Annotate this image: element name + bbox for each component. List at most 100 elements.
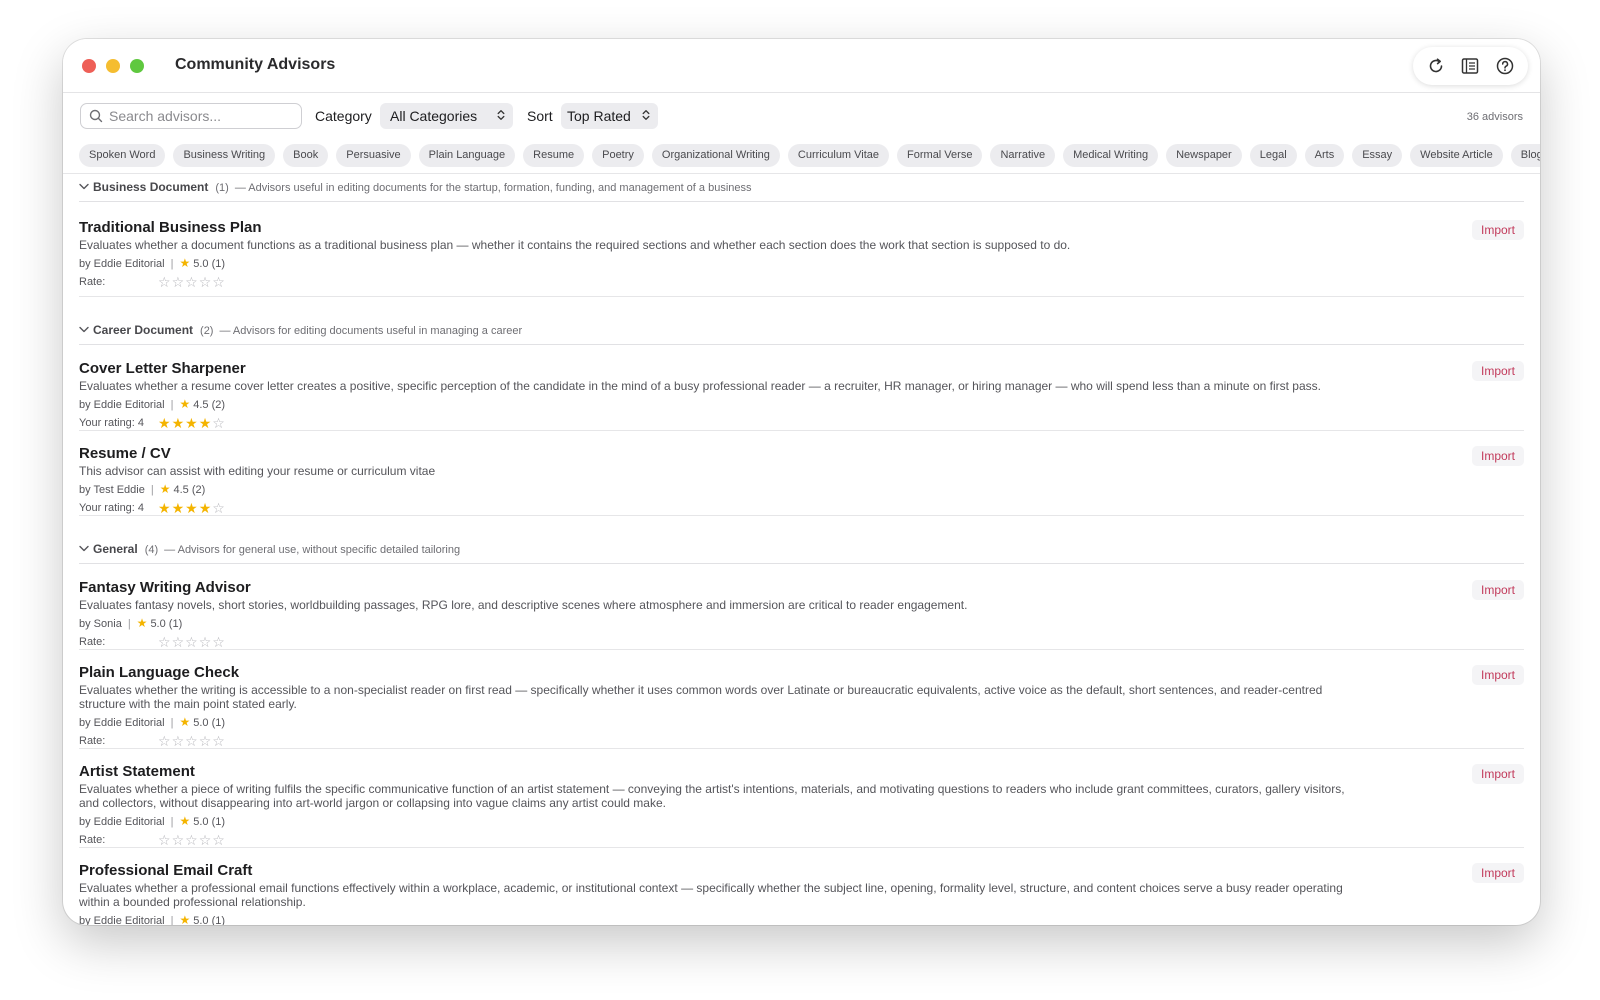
category-chip[interactable]: Resume xyxy=(523,144,585,167)
search-icon xyxy=(89,109,103,123)
category-chip[interactable]: Legal xyxy=(1249,144,1297,167)
category-divider xyxy=(79,201,1524,202)
rate-star-2-icon[interactable]: ☆ xyxy=(172,634,185,650)
rating-row: Rate: ☆☆☆☆☆ xyxy=(79,733,1524,749)
section-end-divider xyxy=(79,515,1524,516)
help-button[interactable] xyxy=(1491,52,1519,80)
import-button[interactable]: Import xyxy=(1471,446,1524,466)
category-chip[interactable]: Poetry xyxy=(592,144,644,167)
minimize-window-button[interactable] xyxy=(106,59,120,73)
rate-star-5-icon[interactable]: ☆ xyxy=(212,634,225,650)
rate-star-1-icon[interactable]: ★ xyxy=(158,415,171,431)
category-chip[interactable]: Blog xyxy=(1510,144,1540,167)
rate-star-4-icon[interactable]: ☆ xyxy=(199,634,212,650)
category-value: All Categories xyxy=(390,108,478,124)
category-header[interactable]: Career Document (2) — Advisors for editing… xyxy=(79,320,522,340)
rate-star-1-icon[interactable]: ☆ xyxy=(158,733,171,749)
rate-star-3-icon[interactable]: ☆ xyxy=(185,733,198,749)
category-chip[interactable]: Narrative xyxy=(990,144,1056,167)
title-bar: Community Advisors xyxy=(63,39,1540,93)
advisor-author: by Eddie Editorial xyxy=(79,816,165,828)
rating-row: Your rating: 4 ★★★★☆ xyxy=(79,500,1524,516)
rating-stars: ☆☆☆☆☆ xyxy=(158,274,226,292)
help-icon xyxy=(1496,57,1514,75)
rate-star-5-icon[interactable]: ☆ xyxy=(212,500,225,516)
sort-popup[interactable]: Top Rated xyxy=(561,103,658,129)
rate-star-4-icon[interactable]: ★ xyxy=(199,500,212,516)
category-chip[interactable]: Organizational Writing xyxy=(651,144,780,167)
rate-star-1-icon[interactable]: ☆ xyxy=(158,634,171,650)
category-chip[interactable]: Formal Verse xyxy=(897,144,983,167)
rate-star-5-icon[interactable]: ☆ xyxy=(212,415,225,431)
category-header[interactable]: General (4) — Advisors for general use, wi… xyxy=(79,539,460,559)
rate-star-5-icon[interactable]: ☆ xyxy=(212,733,225,749)
rate-star-4-icon[interactable]: ☆ xyxy=(199,274,212,290)
rate-star-4-icon[interactable]: ☆ xyxy=(199,733,212,749)
category-chip[interactable]: Newspaper xyxy=(1166,144,1242,167)
search-field[interactable] xyxy=(80,103,302,129)
advisor-meta: by Eddie Editorial | ★ 5.0 (1) xyxy=(79,255,1524,271)
rate-star-1-icon[interactable]: ☆ xyxy=(158,274,171,290)
import-button[interactable]: Import xyxy=(1471,863,1524,883)
advisor-average-rating: 5.0 (1) xyxy=(150,618,183,630)
advisor-meta: by Eddie Editorial | ★ 5.0 (1) xyxy=(79,813,1524,829)
zoom-window-button[interactable] xyxy=(130,59,144,73)
category-chip[interactable]: Essay xyxy=(1352,144,1403,167)
rate-star-5-icon[interactable]: ☆ xyxy=(212,274,225,290)
star-icon: ★ xyxy=(179,715,191,729)
rate-star-2-icon[interactable]: ★ xyxy=(172,415,185,431)
advisor-row: Professional Email Craft Evaluates whethe… xyxy=(79,862,1524,925)
import-button[interactable]: Import xyxy=(1471,665,1524,685)
category-chip[interactable]: Plain Language xyxy=(418,144,516,167)
advisor-description: Evaluates whether a document functions a… xyxy=(79,238,1071,252)
search-input[interactable] xyxy=(109,106,294,126)
category-popup[interactable]: All Categories xyxy=(380,103,513,129)
rating-row: Rate: ☆☆☆☆☆ xyxy=(79,634,1524,650)
updown-chevron-icon xyxy=(497,103,505,129)
row-divider xyxy=(79,748,1524,749)
chevron-down-icon xyxy=(79,178,93,198)
meta-separator: | xyxy=(170,258,174,270)
rate-star-5-icon[interactable]: ☆ xyxy=(212,832,225,848)
category-chip[interactable]: Medical Writing xyxy=(1063,144,1159,167)
advisor-author: by Eddie Editorial xyxy=(79,915,165,925)
meta-separator: | xyxy=(127,618,131,630)
section-end-divider xyxy=(79,296,1524,297)
rate-star-3-icon[interactable]: ☆ xyxy=(185,274,198,290)
category-chip[interactable]: Spoken Word xyxy=(79,144,166,167)
rate-star-4-icon[interactable]: ☆ xyxy=(199,832,212,848)
star-icon: ★ xyxy=(179,913,191,925)
rate-star-3-icon[interactable]: ☆ xyxy=(185,634,198,650)
category-chip[interactable]: Website Article xyxy=(1410,144,1503,167)
refresh-button[interactable] xyxy=(1422,52,1450,80)
catalog-button[interactable] xyxy=(1456,52,1484,80)
rate-star-3-icon[interactable]: ☆ xyxy=(185,832,198,848)
rate-star-3-icon[interactable]: ★ xyxy=(185,500,198,516)
import-button[interactable]: Import xyxy=(1471,220,1524,240)
category-chip[interactable]: Arts xyxy=(1304,144,1345,167)
advisor-author: by Eddie Editorial xyxy=(79,399,165,411)
category-chip[interactable]: Book xyxy=(283,144,329,167)
advisor-meta: by Test Eddie | ★ 4.5 (2) xyxy=(79,481,1524,497)
category-chip[interactable]: Curriculum Vitae xyxy=(787,144,890,167)
category-header[interactable]: Business Document (1) — Advisors useful in… xyxy=(79,177,752,197)
rate-star-2-icon[interactable]: ☆ xyxy=(172,733,185,749)
rate-star-1-icon[interactable]: ★ xyxy=(158,500,171,516)
meta-separator: | xyxy=(170,399,174,411)
advisors-window: Community Advisors Search advisors... Ca… xyxy=(63,39,1540,925)
rate-star-1-icon[interactable]: ☆ xyxy=(158,832,171,848)
category-chip[interactable]: Persuasive xyxy=(336,144,411,167)
import-button[interactable]: Import xyxy=(1471,580,1524,600)
rate-star-4-icon[interactable]: ★ xyxy=(199,415,212,431)
rate-star-2-icon[interactable]: ★ xyxy=(172,500,185,516)
close-window-button[interactable] xyxy=(82,59,96,73)
rate-star-2-icon[interactable]: ☆ xyxy=(172,832,185,848)
category-chip[interactable]: Business Writing xyxy=(173,144,276,167)
category-count: (2) xyxy=(200,325,214,337)
rate-star-3-icon[interactable]: ★ xyxy=(185,415,198,431)
advisor-title: Resume / CV xyxy=(79,445,171,462)
row-divider xyxy=(79,847,1524,848)
import-button[interactable]: Import xyxy=(1471,361,1524,381)
import-button[interactable]: Import xyxy=(1471,764,1524,784)
rate-star-2-icon[interactable]: ☆ xyxy=(172,274,185,290)
